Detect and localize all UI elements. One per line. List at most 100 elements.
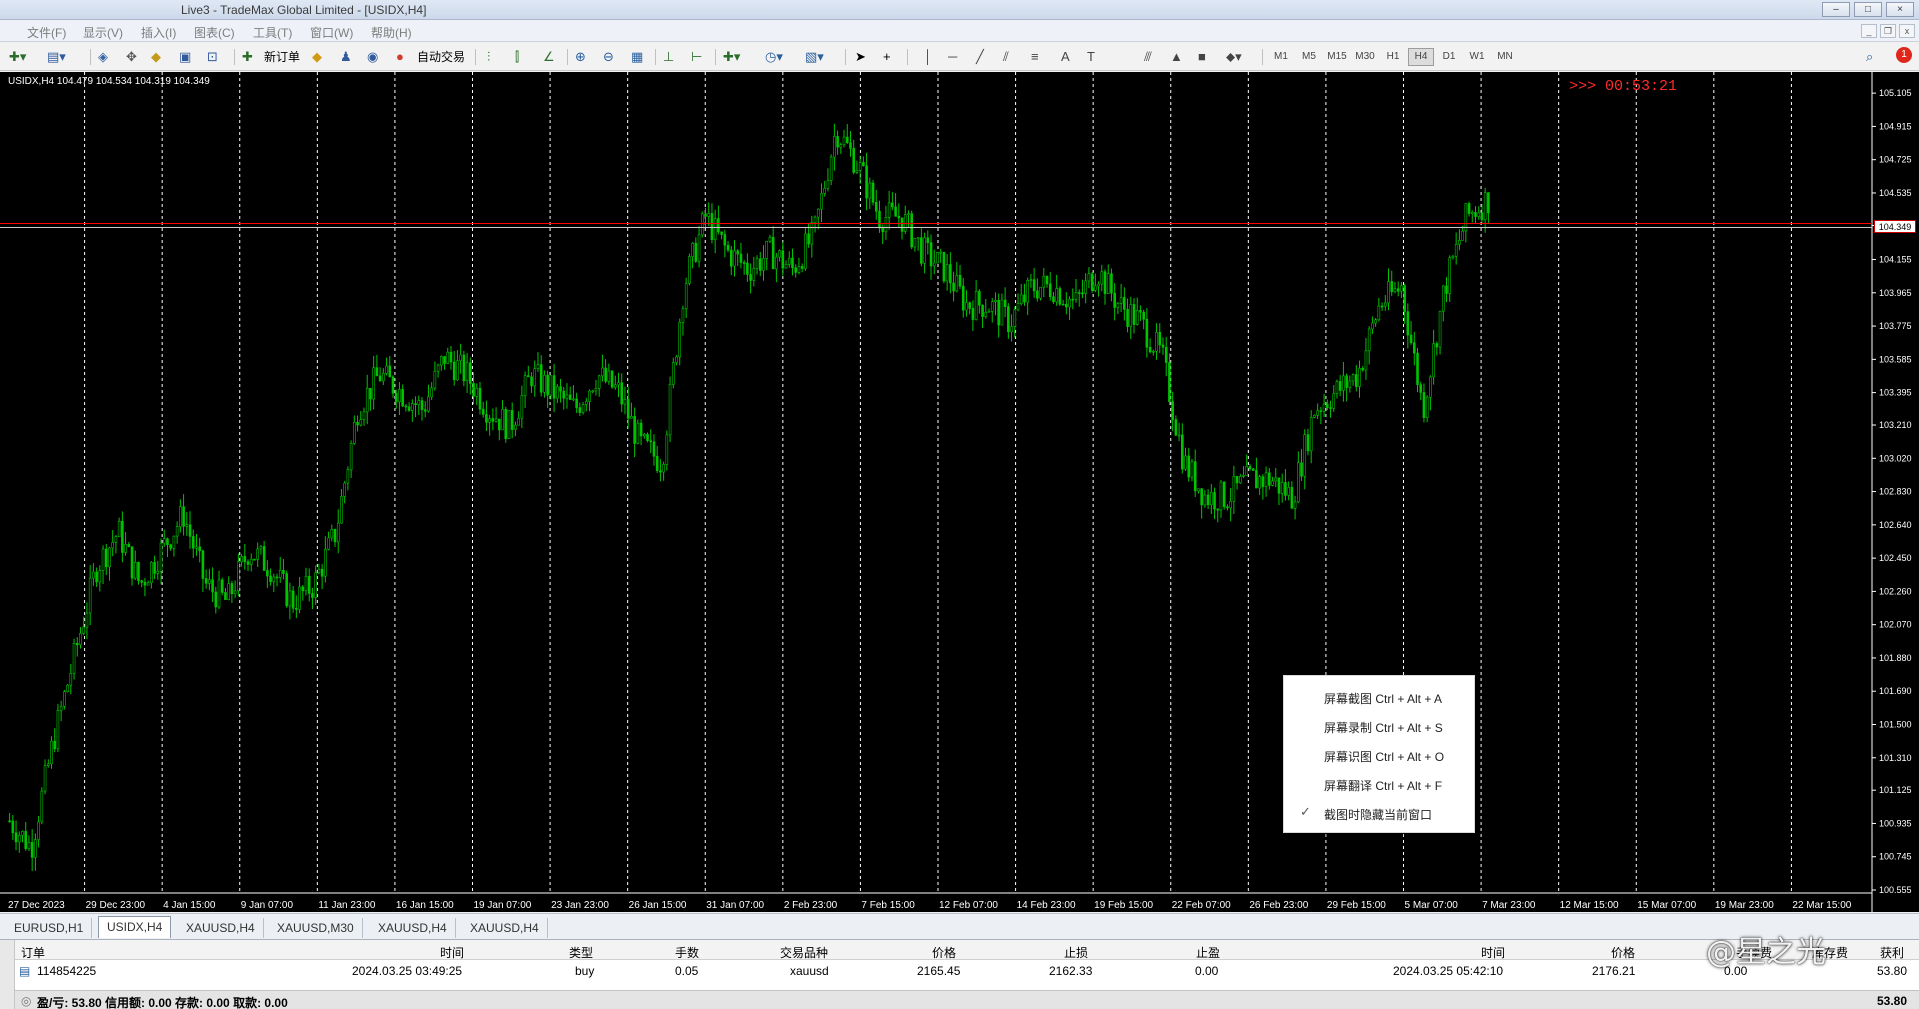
fibonacci-icon[interactable]: ≡ (1031, 48, 1039, 66)
mdi-close-button[interactable]: x (1899, 24, 1915, 38)
shapes-menu-icon[interactable]: ⬥▾ (1226, 48, 1242, 66)
header-sl[interactable]: 止损 (1064, 944, 1088, 961)
zoom-out-icon[interactable]: ⊖ (603, 48, 614, 66)
text-label-icon[interactable]: T (1087, 48, 1095, 66)
signals-icon[interactable]: ◉ (367, 48, 378, 66)
chart-shift-icon[interactable]: ⊥ (663, 48, 674, 66)
candle-body (1316, 410, 1319, 416)
profiles-icon[interactable]: ▤▾ (47, 48, 66, 66)
table-row[interactable]: ▤ 114854225 2024.03.25 03:49:25 buy 0.05… (0, 961, 1919, 981)
header-type[interactable]: 类型 (569, 944, 593, 961)
terminal-side-handle[interactable] (0, 940, 15, 1009)
tab-xauusd-h4[interactable]: XAUUSD,H4 (178, 918, 264, 938)
menu-insert[interactable]: 插入(I) (141, 24, 176, 41)
rectangle-icon[interactable]: ■ (1198, 48, 1206, 66)
tab-xauusd-h4-2[interactable]: XAUUSD,H4 (370, 918, 456, 938)
community-icon[interactable]: ♟ (340, 48, 352, 66)
candlestick-icon[interactable]: ⫿ (515, 48, 519, 66)
candle-body (926, 237, 930, 243)
vertical-line-icon[interactable]: │ (924, 48, 932, 66)
header-price[interactable]: 价格 (932, 944, 956, 961)
tile-windows-icon[interactable]: ▦ (631, 48, 643, 66)
triangle-icon[interactable]: ▲ (1170, 48, 1183, 66)
mdi-minimize-button[interactable]: _ (1861, 24, 1877, 38)
price-chart[interactable]: 27 Dec 2023 29 Dec 23:00 4 Jan 15:00 9 Jan … (0, 72, 1919, 912)
candle-body (56, 710, 60, 750)
header-lots[interactable]: 手数 (675, 944, 699, 961)
candle-body (249, 558, 253, 565)
menu-view[interactable]: 显示(V) (83, 24, 123, 41)
close-button[interactable]: × (1886, 2, 1914, 17)
header-profit[interactable]: 获利 (1880, 944, 1904, 961)
header-close-price[interactable]: 价格 (1611, 944, 1635, 961)
notification-badge[interactable]: 1 (1896, 47, 1912, 63)
zoom-in-icon[interactable]: ⊕ (575, 48, 586, 66)
metaeditor-icon[interactable]: ◆ (312, 48, 322, 66)
header-time[interactable]: 时间 (440, 944, 464, 961)
menu-help[interactable]: 帮助(H) (371, 24, 412, 41)
timeframe-m30[interactable]: M30 (1352, 48, 1378, 66)
channel-icon[interactable]: ⫽ (1003, 48, 1009, 66)
strategy-tester-icon[interactable]: ⊡ (207, 48, 218, 66)
menu-tools[interactable]: 工具(T) (253, 24, 292, 41)
timeframe-h1[interactable]: H1 (1380, 48, 1406, 66)
time-tick-label: 4 Jan 15:00 (163, 900, 216, 911)
crosshair-icon[interactable]: + (883, 48, 891, 66)
timeframe-m15[interactable]: M15 (1324, 48, 1350, 66)
header-close-time[interactable]: 时间 (1481, 944, 1505, 961)
line-chart-icon[interactable]: ∠ (543, 48, 555, 66)
mdi-restore-button[interactable]: ❐ (1880, 24, 1896, 38)
tab-usidx-h4[interactable]: USIDX,H4 (98, 916, 172, 938)
balance-summary: 盈/亏: 53.80 信用额: 0.00 存款: 0.00 取款: 0.00 (37, 996, 288, 1009)
header-symbol[interactable]: 交易品种 (780, 944, 828, 961)
menu-item-screenshot[interactable]: 屏幕截图 Ctrl + Alt + A (1324, 690, 1442, 707)
tab-xauusd-m30[interactable]: XAUUSD,M30 (269, 918, 363, 938)
horizontal-line-icon[interactable]: ─ (948, 48, 957, 66)
timeframe-m5[interactable]: M5 (1296, 48, 1322, 66)
menu-item-screen-ocr[interactable]: 屏幕识图 Ctrl + Alt + O (1324, 748, 1444, 765)
tab-eurusd-h1[interactable]: EURUSD,H1 (6, 918, 93, 938)
candle-body (1155, 332, 1158, 352)
timeframe-w1[interactable]: W1 (1464, 48, 1490, 66)
menu-item-hide-window[interactable]: 截图时隐藏当前窗口 (1324, 806, 1432, 823)
auto-trading-icon[interactable]: ● (396, 48, 404, 66)
search-icon[interactable]: ⌕ (1866, 48, 1873, 66)
new-order-icon[interactable]: ✚ (242, 48, 253, 66)
menu-window[interactable]: 窗口(W) (310, 24, 353, 41)
menu-item-screen-translate[interactable]: 屏幕翻译 Ctrl + Alt + F (1324, 777, 1442, 794)
arrows-icon[interactable]: ⫻ (1144, 48, 1152, 66)
menu-file[interactable]: 文件(F) (27, 24, 66, 41)
cursor-icon[interactable]: ➤ (855, 48, 866, 66)
data-window-icon[interactable]: ✥ (126, 48, 137, 66)
timeframe-h4[interactable]: H4 (1408, 48, 1434, 66)
menu-chart[interactable]: 图表(C) (194, 24, 235, 41)
timeframe-m1[interactable]: M1 (1268, 48, 1294, 66)
timeframe-mn[interactable]: MN (1492, 48, 1518, 66)
candle-body (150, 562, 153, 584)
market-watch-icon[interactable]: ◈ (98, 48, 108, 66)
candle-body (997, 299, 1000, 326)
indicators-icon[interactable]: ✚▾ (723, 48, 740, 66)
minimize-button[interactable]: – (1822, 2, 1850, 17)
menu-item-screen-record[interactable]: 屏幕录制 Ctrl + Alt + S (1324, 719, 1443, 736)
templates-icon[interactable]: ▧▾ (805, 48, 824, 66)
bar-chart-icon[interactable]: ⫶ (487, 48, 490, 66)
maximize-button[interactable]: □ (1854, 2, 1882, 17)
navigator-icon[interactable]: ◆ (151, 48, 161, 66)
new-order-button[interactable]: 新订单 (264, 48, 300, 66)
timeframe-d1[interactable]: D1 (1436, 48, 1462, 66)
candle-body (1287, 487, 1290, 496)
terminal-icon[interactable]: ▣ (179, 48, 191, 66)
candle-body (1003, 299, 1007, 307)
candle-body (288, 590, 292, 607)
new-chart-icon[interactable]: ✚▾ (9, 48, 26, 66)
tab-xauusd-h4-3[interactable]: XAUUSD,H4 (462, 918, 548, 938)
header-order[interactable]: 订单 (21, 944, 45, 961)
text-icon[interactable]: A (1061, 48, 1070, 66)
periods-icon[interactable]: ◷▾ (765, 48, 783, 66)
auto-trading-button[interactable]: 自动交易 (417, 48, 465, 66)
header-tp[interactable]: 止盈 (1196, 944, 1220, 961)
trendline-icon[interactable]: ╱ (976, 48, 984, 66)
candle-body (146, 582, 150, 586)
auto-scroll-icon[interactable]: ⊢ (691, 48, 702, 66)
